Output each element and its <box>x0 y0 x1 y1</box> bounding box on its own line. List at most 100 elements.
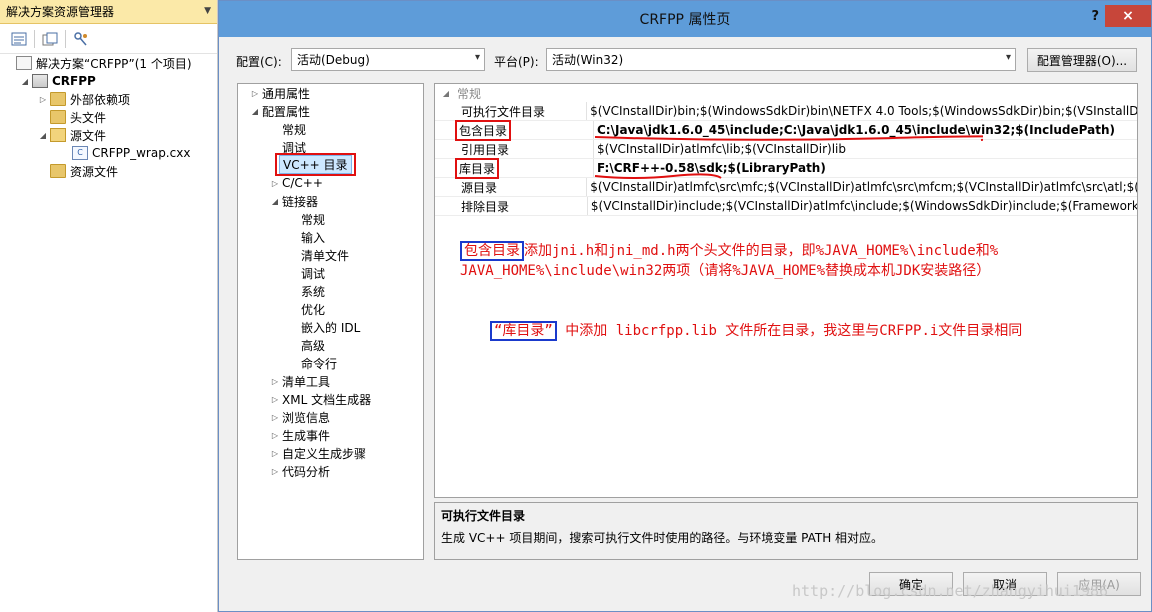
linker-child-label: 常规 <box>301 212 326 227</box>
grid-category[interactable]: ◢ 常规 <box>435 84 1137 102</box>
config-manager-button[interactable]: 配置管理器(O)... <box>1027 48 1137 72</box>
tail-label: 代码分析 <box>282 464 331 479</box>
close-button[interactable]: × <box>1105 5 1151 27</box>
tree-item-linker-child[interactable]: 输入 <box>301 228 325 246</box>
tree-item-linker-child[interactable]: 清单文件 <box>301 246 349 264</box>
property-tree: ▷ 通用属性 ◢ 配置属性 常规 调试 VC++ 目录 ▷ C/C++ ◢ 链接… <box>237 83 424 560</box>
grid-row[interactable]: 源目录 $(VCInstallDir)atlmfc\src\mfc;$(VCIn… <box>435 178 1137 197</box>
collapsed-arrow-icon[interactable]: ▷ <box>268 377 282 386</box>
tail-label: 浏览信息 <box>282 410 331 425</box>
properties-icon[interactable] <box>10 30 28 48</box>
config-select[interactable]: 活动(Debug) ▾ <box>291 48 485 71</box>
config-props-label: 配置属性 <box>262 104 311 119</box>
help-button[interactable]: ? <box>1091 9 1099 24</box>
collapsed-arrow-icon[interactable]: ▷ <box>268 431 282 440</box>
tree-item-normal[interactable]: 常规 <box>282 120 306 138</box>
grid-row-value[interactable]: $(VCInstallDir)bin;$(WindowsSdkDir)bin\N… <box>587 104 1137 118</box>
chevron-down-icon[interactable]: ▼ <box>204 6 211 16</box>
grid-row-value[interactable]: $(VCInstallDir)atlmfc\src\mfc;$(VCInstal… <box>587 180 1137 194</box>
solution-explorer-title-text: 解决方案资源管理器 <box>6 5 115 19</box>
platform-select[interactable]: 活动(Win32) ▾ <box>546 48 1016 71</box>
tree-item-build-events[interactable]: ▷ 生成事件 <box>268 426 330 444</box>
tree-item-code-analysis[interactable]: ▷ 代码分析 <box>268 462 330 480</box>
config-value: 活动(Debug) <box>297 53 370 67</box>
tree-item-resources[interactable]: 资源文件 <box>50 162 118 180</box>
annotation-include-box: 包含目录 <box>460 241 524 261</box>
cpp-label: C/C++ <box>282 176 323 190</box>
linker-child-label: 清单文件 <box>301 248 350 263</box>
property-grid: ◢ 常规 可执行文件目录 $(VCInstallDir)bin;$(Window… <box>434 83 1138 498</box>
watermark: http://blog.csdn.net/zhangyihui1986 <box>792 582 1109 600</box>
linker-child-label: 优化 <box>301 302 326 317</box>
tree-item-linker-child[interactable]: 系统 <box>301 282 325 300</box>
collapsed-arrow-icon[interactable]: ▷ <box>268 413 282 422</box>
tree-item-cpp[interactable]: ▷ C/C++ <box>268 174 323 192</box>
annotation-library-box: “库目录” <box>490 321 557 341</box>
row-name-text: 排除目录 <box>461 199 510 214</box>
tree-item-source-file[interactable]: C CRFPP_wrap.cxx <box>72 144 190 162</box>
expanded-arrow-icon[interactable]: ◢ <box>36 131 50 140</box>
expanded-arrow-icon[interactable]: ◢ <box>248 107 262 116</box>
tree-item-project[interactable]: ◢ CRFPP <box>18 72 96 90</box>
linker-child-label: 系统 <box>301 284 326 299</box>
tree-item-linker-child[interactable]: 调试 <box>301 264 325 282</box>
grid-row-value[interactable]: F:\CRF++-0.58\sdk;$(LibraryPath) <box>594 161 826 175</box>
tail-label: 生成事件 <box>282 428 331 443</box>
solution-explorer: 解决方案资源管理器 ▼ 解决方案“CRFPP”(1 个项目) ◢ CRFPP ▷… <box>0 0 218 612</box>
grid-row[interactable]: 包含目录 C:\Java\jdk1.6.0_45\include;C:\Java… <box>435 119 1137 141</box>
grid-row[interactable]: 排除目录 $(VCInstallDir)include;$(VCInstallD… <box>435 197 1137 216</box>
normal-label: 常规 <box>282 122 307 137</box>
external-deps-label: 外部依赖项 <box>70 92 131 107</box>
expanded-arrow-icon[interactable]: ◢ <box>268 197 282 206</box>
collapsed-arrow-icon[interactable]: ▷ <box>268 179 282 188</box>
tree-item-browse-info[interactable]: ▷ 浏览信息 <box>268 408 330 426</box>
tree-item-linker-child[interactable]: 优化 <box>301 300 325 318</box>
linker-child-label: 调试 <box>301 266 326 281</box>
tree-item-vc-dirs[interactable]: VC++ 目录 <box>275 153 356 176</box>
grid-row[interactable]: 引用目录 $(VCInstallDir)atlmfc\lib;$(VCInsta… <box>435 140 1137 159</box>
collapsed-arrow-icon[interactable]: ▷ <box>36 95 50 104</box>
tree-item-manifest-tool[interactable]: ▷ 清单工具 <box>268 372 330 390</box>
collapsed-arrow-icon[interactable]: ▷ <box>268 395 282 404</box>
tree-item-general-props[interactable]: ▷ 通用属性 <box>248 84 310 102</box>
collapsed-arrow-icon[interactable]: ▷ <box>268 467 282 476</box>
folder-icon <box>50 164 66 178</box>
grid-row-name: 源目录 <box>435 178 588 196</box>
grid-row[interactable]: 库目录 F:\CRF++-0.58\sdk;$(LibraryPath) <box>435 157 1137 179</box>
description-text: 生成 VC++ 项目期间，搜索可执行文件时使用的路径。与环境变量 PATH 相对… <box>441 531 884 545</box>
tree-item-linker-child[interactable]: 高级 <box>301 336 325 354</box>
linker-child-label: 高级 <box>301 338 326 353</box>
tree-item-linker-child[interactable]: 嵌入的 IDL <box>301 318 360 336</box>
grid-row-value[interactable]: C:\Java\jdk1.6.0_45\include;C:\Java\jdk1… <box>594 123 1115 137</box>
grid-row[interactable]: 可执行文件目录 $(VCInstallDir)bin;$(WindowsSdkD… <box>435 102 1137 121</box>
expanded-arrow-icon[interactable]: ◢ <box>435 89 457 98</box>
tail-label: 自定义生成步骤 <box>282 446 367 461</box>
tree-item-sources[interactable]: ◢ 源文件 <box>36 126 106 144</box>
row-name-text: 包含目录 <box>455 119 512 141</box>
grid-row-name: 可执行文件目录 <box>435 102 588 120</box>
collapsed-arrow-icon[interactable]: ▷ <box>248 89 262 98</box>
annotation-library: “库目录” 中添加 libcrfpp.lib 文件所在目录，我这里与CRFPP.… <box>490 321 1022 341</box>
folder-icon <box>50 110 66 124</box>
general-props-label: 通用属性 <box>262 86 311 101</box>
platform-label: 平台(P): <box>494 55 539 69</box>
tree-item-linker-child[interactable]: 命令行 <box>301 354 337 372</box>
tree-item-xml-doc[interactable]: ▷ XML 文档生成器 <box>268 390 371 408</box>
grid-row-value[interactable]: $(VCInstallDir)atlmfc\lib;$(VCInstallDir… <box>594 142 846 156</box>
tail-label: 清单工具 <box>282 374 331 389</box>
tree-item-external-deps[interactable]: ▷ 外部依赖项 <box>36 90 130 108</box>
tree-item-custom-build[interactable]: ▷ 自定义生成步骤 <box>268 444 366 462</box>
project-label: CRFPP <box>52 74 96 88</box>
class-view-icon[interactable] <box>72 30 90 48</box>
config-label: 配置(C): <box>236 55 282 69</box>
tree-item-linker-child[interactable]: 常规 <box>301 210 325 228</box>
tree-item-config-props[interactable]: ◢ 配置属性 <box>248 102 310 120</box>
expanded-arrow-icon[interactable]: ◢ <box>18 77 32 86</box>
tree-item-linker[interactable]: ◢ 链接器 <box>268 192 318 210</box>
collapsed-arrow-icon[interactable]: ▷ <box>268 449 282 458</box>
tree-item-solution[interactable]: 解决方案“CRFPP”(1 个项目) <box>16 54 192 72</box>
row-name-text: 引用目录 <box>461 142 510 157</box>
show-all-files-icon[interactable] <box>41 30 59 48</box>
grid-row-value[interactable]: $(VCInstallDir)include;$(VCInstallDir)at… <box>588 199 1137 213</box>
tree-item-headers[interactable]: 头文件 <box>50 108 106 126</box>
